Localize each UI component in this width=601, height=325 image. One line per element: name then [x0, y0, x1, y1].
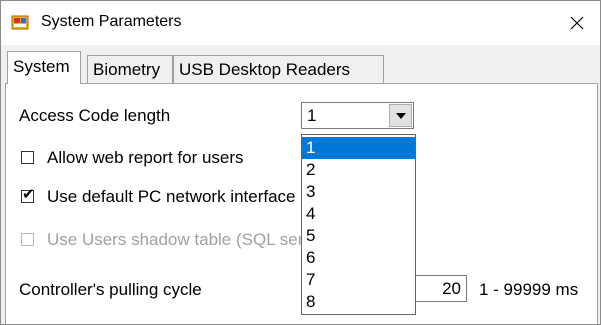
pulling-cycle-range: 1 - 99999 ms [479, 280, 579, 299]
system-parameters-window: System Parameters System Biometry USB De… [0, 0, 601, 325]
dropdown-option-4[interactable]: 4 [302, 203, 415, 225]
access-code-dropdown-list: 1 2 3 4 5 6 7 8 [301, 134, 416, 315]
dropdown-option-7[interactable]: 7 [302, 269, 415, 291]
access-code-length-select[interactable]: 1 [301, 102, 414, 129]
tab-biometry[interactable]: Biometry [87, 55, 173, 83]
access-code-dropdown-button[interactable] [389, 104, 412, 127]
tab-system[interactable]: System [7, 51, 81, 84]
allow-web-report-checkbox[interactable] [21, 151, 34, 164]
use-shadow-table-checkbox [21, 233, 34, 246]
dropdown-option-8[interactable]: 8 [302, 291, 415, 313]
close-icon [570, 16, 584, 30]
allow-web-report-label[interactable]: Allow web report for users [47, 148, 244, 168]
dropdown-option-2[interactable]: 2 [302, 159, 415, 181]
dropdown-option-6[interactable]: 6 [302, 247, 415, 269]
tab-system-label: System [13, 57, 70, 76]
tab-usb-desktop-readers-label: USB Desktop Readers [179, 60, 351, 79]
dropdown-option-3[interactable]: 3 [302, 181, 415, 203]
system-parameters-app-icon [11, 15, 29, 30]
pulling-cycle-label: Controller's pulling cycle [19, 280, 202, 299]
use-default-network-label[interactable]: Use default PC network interface [47, 187, 296, 207]
dropdown-option-5[interactable]: 5 [302, 225, 415, 247]
tab-biometry-label: Biometry [93, 60, 161, 79]
tab-usb-desktop-readers[interactable]: USB Desktop Readers [173, 55, 384, 83]
pulling-cycle-input[interactable]: 20 [411, 275, 467, 302]
chevron-down-icon [395, 112, 406, 119]
dropdown-option-1[interactable]: 1 [302, 137, 415, 159]
close-button[interactable] [554, 1, 600, 45]
checkmark-icon: ✔ [22, 186, 35, 203]
use-default-network-checkbox[interactable]: ✔ [21, 186, 35, 203]
title-bar[interactable]: System Parameters [1, 1, 600, 45]
window-title: System Parameters [41, 13, 182, 30]
access-code-length-label: Access Code length [19, 106, 171, 125]
access-code-length-value: 1 [307, 106, 317, 125]
